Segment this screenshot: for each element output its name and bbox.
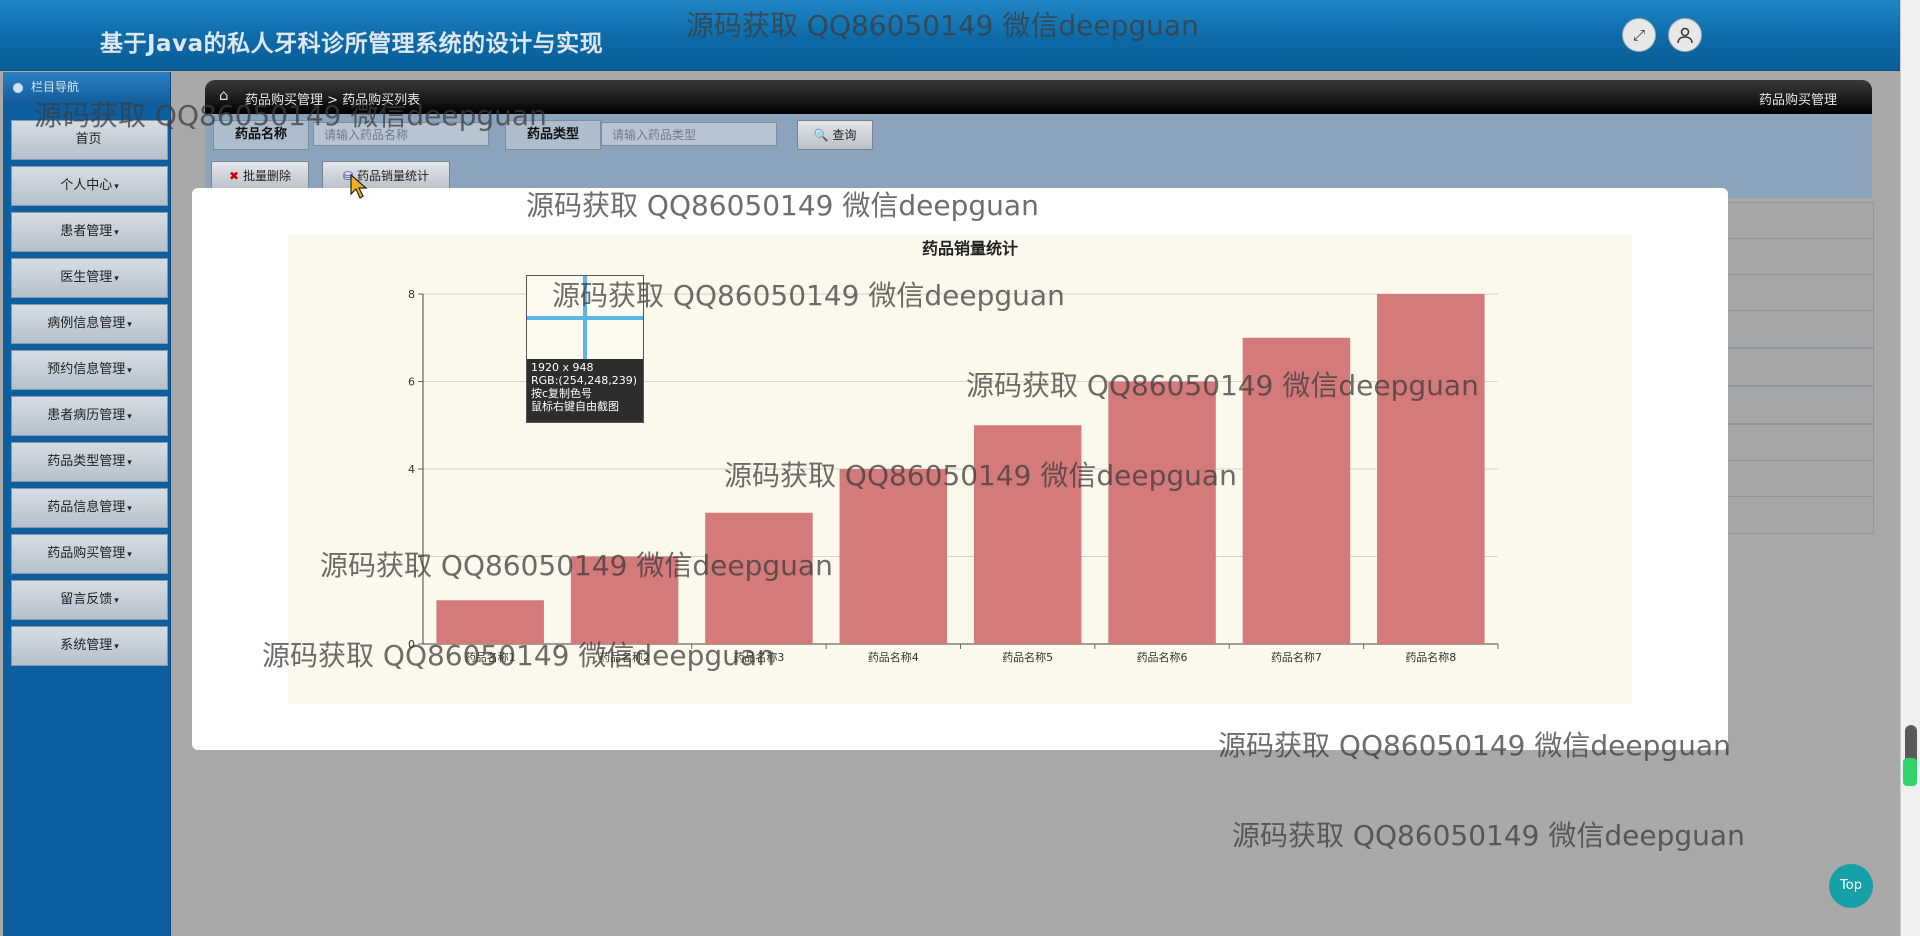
table-row: [1720, 202, 1874, 240]
sidebar-item-3[interactable]: 患者管理 ▾: [11, 212, 168, 252]
sidebar-item-4[interactable]: 医生管理 ▾: [11, 258, 168, 298]
page-scrollbar[interactable]: [1900, 0, 1920, 936]
sidebar-item-12[interactable]: 系统管理 ▾: [11, 626, 168, 666]
sidebar-item-6[interactable]: 预约信息管理 ▾: [11, 350, 168, 390]
query-button[interactable]: 🔍 查询: [797, 120, 873, 150]
user-icon: [1677, 27, 1693, 44]
sidebar-item-7[interactable]: 患者病历管理 ▾: [11, 396, 168, 436]
fullscreen-button[interactable]: ⤢: [1622, 18, 1656, 52]
y-tick-label: 6: [408, 376, 415, 389]
x-tick-label: 药品名称5: [1002, 650, 1053, 664]
sidebar-item-2[interactable]: 个人中心 ▾: [11, 166, 168, 206]
table-row: [1720, 386, 1874, 424]
y-tick-label: 8: [408, 288, 415, 301]
user-button[interactable]: [1668, 18, 1702, 52]
sidebar-item-10[interactable]: 药品购买管理 ▾: [11, 534, 168, 574]
y-tick-label: 4: [408, 463, 415, 476]
breadcrumb-current: 药品购买管理: [1758, 93, 1837, 108]
watermark: 源码获取 QQ86050149 微信deepguan: [686, 9, 1199, 42]
watermark: 源码获取 QQ86050149 微信deepguan: [320, 549, 833, 582]
bar: [839, 469, 948, 644]
bar: [1108, 381, 1216, 644]
sidebar-item-8[interactable]: 药品类型管理 ▾: [11, 442, 168, 482]
sidebar: 栏目导航 首页 个人中心 ▾ 患者管理 ▾ 医生管理 ▾ 病例信息管理 ▾ 预约信息管理 ▾ 患者病历…: [3, 72, 171, 936]
table-row: [1720, 274, 1874, 312]
table-row: [1720, 238, 1874, 276]
close-icon: ✖: [229, 169, 240, 183]
watermark: 源码获取 QQ86050149 微信deepguan: [262, 639, 775, 672]
system-title: 基于Java的私人牙科诊所管理系统的设计与实现: [100, 31, 604, 57]
scroll-indicator: [1903, 758, 1917, 786]
bar: [1377, 294, 1485, 644]
watermark: 源码获取 QQ86050149 微信deepguan: [552, 279, 1065, 312]
mouse-cursor-icon: [350, 174, 368, 199]
table-row: [1720, 310, 1874, 348]
back-to-top-button[interactable]: Top: [1829, 864, 1873, 908]
chart-title: 药品销量统计: [922, 239, 1018, 258]
table-row: [1720, 348, 1874, 386]
watermark: 源码获取 QQ86050149 微信deepguan: [724, 459, 1237, 492]
table-row: [1720, 496, 1874, 534]
table-row: [1720, 424, 1874, 462]
sidebar-item-9[interactable]: 药品信息管理 ▾: [11, 488, 168, 528]
picker-info: 1920 x 948 RGB:(254,248,239) 按c复制色号 鼠标右键…: [527, 359, 643, 422]
batch-delete-button[interactable]: ✖ 批量删除: [211, 161, 309, 191]
sidebar-item-5[interactable]: 病例信息管理 ▾: [11, 304, 168, 344]
x-tick-label: 药品名称4: [868, 650, 919, 664]
search-icon: 🔍: [813, 128, 829, 142]
table-row: [1720, 460, 1874, 498]
nav-icon: [13, 82, 23, 93]
watermark: 源码获取 QQ86050149 微信deepguan: [1232, 819, 1745, 852]
expand-icon: ⤢: [1632, 26, 1645, 44]
watermark: 源码获取 QQ86050149 微信deepguan: [1218, 729, 1731, 762]
drug-type-input[interactable]: 请输入药品类型: [601, 122, 777, 146]
sales-stats-button[interactable]: ⛁ 药品销量统计: [322, 161, 450, 191]
sidebar-item-11[interactable]: 留言反馈 ▾: [11, 580, 168, 620]
x-tick-label: 药品名称7: [1271, 650, 1322, 664]
watermark: 源码获取 QQ86050149 微信deepguan: [34, 99, 547, 132]
x-tick-label: 药品名称8: [1405, 650, 1456, 664]
watermark: 源码获取 QQ86050149 微信deepguan: [526, 189, 1039, 222]
watermark: 源码获取 QQ86050149 微信deepguan: [966, 369, 1479, 402]
x-tick-label: 药品名称6: [1137, 650, 1188, 664]
